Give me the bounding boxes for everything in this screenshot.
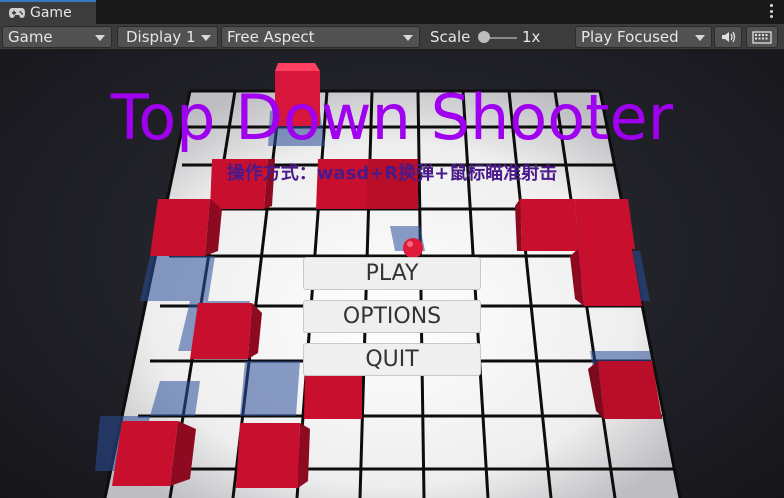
scale-label: Scale bbox=[430, 28, 471, 46]
aspect-label: Free Aspect bbox=[227, 28, 315, 46]
red-block bbox=[112, 421, 196, 486]
keyboard-icon bbox=[752, 31, 772, 44]
view-mode-dropdown[interactable]: Game bbox=[2, 26, 112, 48]
game-view-toolbar: Game Display 1 Free Aspect Scale 1x Play… bbox=[0, 24, 784, 50]
more-options-icon[interactable] bbox=[770, 4, 774, 18]
game-tab[interactable]: Game bbox=[0, 0, 96, 24]
red-block bbox=[575, 199, 635, 249]
red-block bbox=[515, 199, 578, 251]
play-mode-label: Play Focused bbox=[581, 28, 679, 46]
red-block bbox=[236, 423, 310, 488]
chevron-down-icon bbox=[201, 35, 211, 41]
quit-button[interactable]: QUIT bbox=[303, 343, 481, 376]
play-button[interactable]: PLAY bbox=[303, 257, 481, 290]
game-tab-label: Game bbox=[30, 5, 72, 21]
mute-audio-button[interactable] bbox=[714, 26, 742, 48]
red-block bbox=[304, 371, 362, 419]
speaker-icon bbox=[722, 31, 736, 43]
chevron-down-icon bbox=[95, 35, 105, 41]
view-mode-label: Game bbox=[8, 28, 53, 46]
chevron-down-icon bbox=[403, 35, 413, 41]
display-label: Display 1 bbox=[126, 28, 196, 46]
play-mode-dropdown[interactable]: Play Focused bbox=[575, 26, 712, 48]
stats-button[interactable] bbox=[746, 26, 778, 48]
red-block bbox=[190, 303, 262, 359]
chevron-down-icon bbox=[695, 35, 705, 41]
options-button[interactable]: OPTIONS bbox=[303, 300, 481, 333]
red-block bbox=[150, 199, 222, 256]
red-block bbox=[570, 249, 642, 306]
editor-tab-bar: Game bbox=[0, 0, 784, 24]
game-viewport[interactable]: Top Down Shooter 操作方式：wasd+R换弹+鼠标瞄准射击 PL… bbox=[0, 51, 784, 498]
aspect-dropdown[interactable]: Free Aspect bbox=[221, 26, 420, 48]
gamepad-icon bbox=[8, 7, 26, 19]
scale-slider-handle[interactable] bbox=[478, 31, 490, 43]
player-sphere bbox=[403, 238, 423, 258]
game-title: Top Down Shooter bbox=[110, 81, 674, 154]
scale-control: Scale 1x bbox=[424, 26, 572, 48]
red-block bbox=[588, 361, 662, 419]
scale-value: 1x bbox=[522, 28, 541, 46]
display-dropdown[interactable]: Display 1 bbox=[117, 26, 218, 48]
controls-hint: 操作方式：wasd+R换弹+鼠标瞄准射击 bbox=[226, 163, 558, 184]
